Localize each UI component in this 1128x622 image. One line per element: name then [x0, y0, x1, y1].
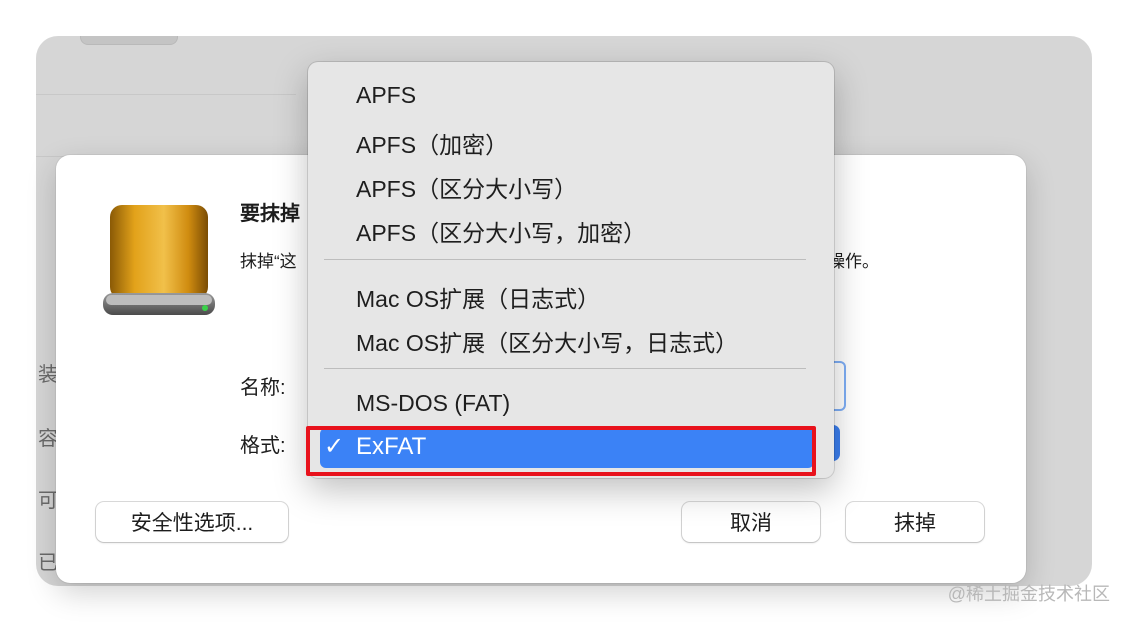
- security-options-button[interactable]: 安全性选项...: [96, 502, 288, 542]
- dialog-description: 抹掉“这: [240, 252, 297, 271]
- name-input[interactable]: [832, 361, 846, 411]
- divider: [36, 94, 296, 95]
- format-label: 格式:: [240, 435, 286, 457]
- background-label: 容: [38, 428, 58, 450]
- cancel-button[interactable]: 取消: [682, 502, 820, 542]
- menu-item-apfs-case-sensitive[interactable]: APFS（区分大小写）: [356, 170, 577, 204]
- menu-separator: [324, 259, 806, 260]
- name-label: 名称:: [240, 377, 286, 399]
- background-label: 装: [38, 364, 58, 386]
- background-label: 可: [38, 490, 58, 512]
- watermark: @稀土掘金技术社区: [947, 584, 1110, 604]
- menu-separator: [324, 368, 806, 369]
- dialog-description-tail: 操作。: [828, 252, 879, 271]
- menu-item-macos-journaled[interactable]: Mac OS扩展（日志式）: [356, 280, 600, 314]
- external-drive-icon: [103, 205, 215, 315]
- menu-item-apfs-case-sensitive-encrypted[interactable]: APFS（区分大小写，加密）: [356, 214, 646, 248]
- background-label: 已: [38, 552, 58, 574]
- format-menu: APFS APFS（加密） APFS（区分大小写） APFS（区分大小写，加密）…: [308, 62, 834, 478]
- menu-item-ms-dos-fat[interactable]: MS-DOS (FAT): [356, 390, 510, 417]
- menu-item-macos-case-sensitive-journaled[interactable]: Mac OS扩展（区分大小写，日志式）: [356, 324, 738, 358]
- menu-item-apfs[interactable]: APFS: [356, 82, 416, 109]
- background-tab: [80, 36, 178, 45]
- menu-item-apfs-encrypted[interactable]: APFS（加密）: [356, 126, 508, 160]
- annotation-highlight-box: [306, 426, 816, 476]
- dialog-title: 要抹掉: [240, 203, 300, 225]
- erase-button[interactable]: 抹掉: [846, 502, 984, 542]
